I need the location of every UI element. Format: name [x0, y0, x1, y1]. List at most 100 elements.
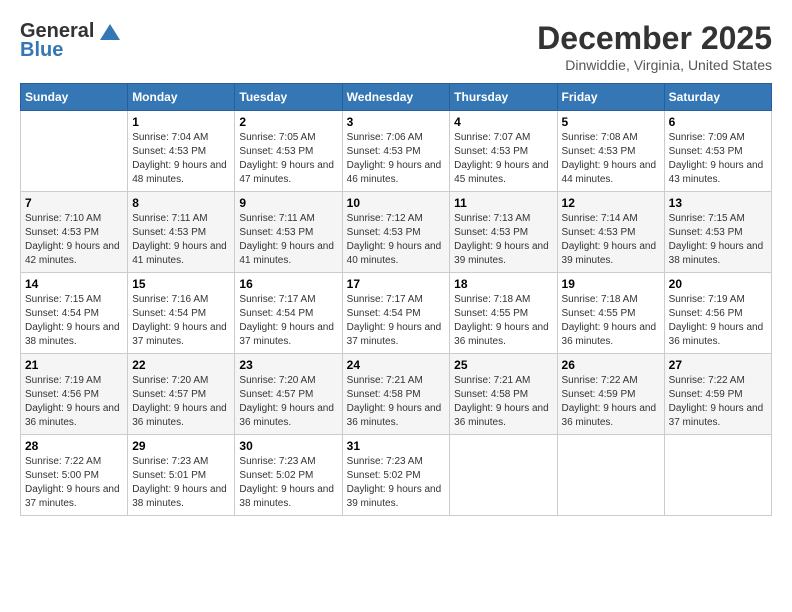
day-number: 19: [562, 277, 660, 291]
day-number: 23: [239, 358, 337, 372]
calendar-cell: 1 Sunrise: 7:04 AMSunset: 4:53 PMDaylight…: [128, 111, 235, 192]
day-number: 7: [25, 196, 123, 210]
calendar-header-row: SundayMondayTuesdayWednesdayThursdayFrid…: [21, 84, 772, 111]
calendar-cell: 3 Sunrise: 7:06 AMSunset: 4:53 PMDaylight…: [342, 111, 450, 192]
calendar-cell: 8 Sunrise: 7:11 AMSunset: 4:53 PMDaylight…: [128, 192, 235, 273]
day-number: 8: [132, 196, 230, 210]
day-number: 24: [347, 358, 446, 372]
day-info: Sunrise: 7:19 AMSunset: 4:56 PMDaylight:…: [25, 374, 123, 430]
day-number: 6: [669, 115, 767, 129]
day-info: Sunrise: 7:10 AMSunset: 4:53 PMDaylight:…: [25, 212, 123, 268]
day-info: Sunrise: 7:11 AMSunset: 4:53 PMDaylight:…: [132, 212, 230, 268]
calendar-cell: 4 Sunrise: 7:07 AMSunset: 4:53 PMDaylight…: [450, 111, 557, 192]
calendar-cell: 28Sunrise: 7:22 AMSunset: 5:00 PMDayligh…: [21, 435, 128, 516]
logo-icon: [100, 24, 120, 40]
day-info: Sunrise: 7:17 AMSunset: 4:54 PMDaylight:…: [239, 293, 337, 349]
calendar-cell: 17 Sunrise: 7:17 AMSunset: 4:54 PMDayligh…: [342, 273, 450, 354]
month-title: December 2025: [537, 20, 772, 57]
calendar-cell: 9Sunrise: 7:11 AMSunset: 4:53 PMDaylight…: [235, 192, 342, 273]
day-number: 5: [562, 115, 660, 129]
day-number: 27: [669, 358, 767, 372]
calendar-cell: 2 Sunrise: 7:05 AMSunset: 4:53 PMDaylight…: [235, 111, 342, 192]
calendar-cell: 31Sunrise: 7:23 AMSunset: 5:02 PMDayligh…: [342, 435, 450, 516]
day-info: Sunrise: 7:09 AMSunset: 4:53 PMDaylight:…: [669, 131, 767, 187]
day-info: Sunrise: 7:17 AMSunset: 4:54 PMDaylight:…: [347, 293, 446, 349]
calendar-cell: 21 Sunrise: 7:19 AMSunset: 4:56 PMDayligh…: [21, 354, 128, 435]
calendar-cell: [450, 435, 557, 516]
calendar-cell: 24 Sunrise: 7:21 AMSunset: 4:58 PMDayligh…: [342, 354, 450, 435]
day-info: Sunrise: 7:13 AMSunset: 4:53 PMDaylight:…: [454, 212, 552, 268]
calendar-cell: [664, 435, 771, 516]
weekday-header-thursday: Thursday: [450, 84, 557, 111]
day-info: Sunrise: 7:11 AMSunset: 4:53 PMDaylight:…: [239, 212, 337, 268]
day-number: 13: [669, 196, 767, 210]
title-block: December 2025 Dinwiddie, Virginia, Unite…: [537, 20, 772, 73]
calendar-cell: 18 Sunrise: 7:18 AMSunset: 4:55 PMDayligh…: [450, 273, 557, 354]
calendar-cell: 10 Sunrise: 7:12 AMSunset: 4:53 PMDayligh…: [342, 192, 450, 273]
day-info: Sunrise: 7:19 AMSunset: 4:56 PMDaylight:…: [669, 293, 767, 349]
day-number: 4: [454, 115, 552, 129]
day-number: 21: [25, 358, 123, 372]
calendar-cell: 7 Sunrise: 7:10 AMSunset: 4:53 PMDaylight…: [21, 192, 128, 273]
day-info: Sunrise: 7:07 AMSunset: 4:53 PMDaylight:…: [454, 131, 552, 187]
calendar-cell: 26Sunrise: 7:22 AMSunset: 4:59 PMDayligh…: [557, 354, 664, 435]
day-info: Sunrise: 7:08 AMSunset: 4:53 PMDaylight:…: [562, 131, 660, 187]
day-info: Sunrise: 7:21 AMSunset: 4:58 PMDaylight:…: [347, 374, 446, 430]
calendar-body: 1 Sunrise: 7:04 AMSunset: 4:53 PMDaylight…: [21, 111, 772, 516]
day-info: Sunrise: 7:14 AMSunset: 4:53 PMDaylight:…: [562, 212, 660, 268]
day-number: 15: [132, 277, 230, 291]
calendar-cell: 5 Sunrise: 7:08 AMSunset: 4:53 PMDaylight…: [557, 111, 664, 192]
calendar-table: SundayMondayTuesdayWednesdayThursdayFrid…: [20, 83, 772, 516]
day-number: 10: [347, 196, 446, 210]
day-info: Sunrise: 7:20 AMSunset: 4:57 PMDaylight:…: [132, 374, 230, 430]
calendar-cell: 12 Sunrise: 7:14 AMSunset: 4:53 PMDayligh…: [557, 192, 664, 273]
logo-blue-text: Blue: [20, 39, 63, 62]
calendar-cell: [557, 435, 664, 516]
weekday-header-tuesday: Tuesday: [235, 84, 342, 111]
day-number: 26: [562, 358, 660, 372]
day-number: 17: [347, 277, 446, 291]
day-number: 25: [454, 358, 552, 372]
day-info: Sunrise: 7:23 AMSunset: 5:02 PMDaylight:…: [347, 455, 446, 511]
day-number: 3: [347, 115, 446, 129]
calendar-cell: 30Sunrise: 7:23 AMSunset: 5:02 PMDayligh…: [235, 435, 342, 516]
day-number: 2: [239, 115, 337, 129]
calendar-week-row: 7 Sunrise: 7:10 AMSunset: 4:53 PMDaylight…: [21, 192, 772, 273]
day-info: Sunrise: 7:05 AMSunset: 4:53 PMDaylight:…: [239, 131, 337, 187]
day-info: Sunrise: 7:23 AMSunset: 5:01 PMDaylight:…: [132, 455, 230, 511]
calendar-cell: 6 Sunrise: 7:09 AMSunset: 4:53 PMDaylight…: [664, 111, 771, 192]
day-number: 12: [562, 196, 660, 210]
day-number: 11: [454, 196, 552, 210]
calendar-cell: 19Sunrise: 7:18 AMSunset: 4:55 PMDayligh…: [557, 273, 664, 354]
day-number: 1: [132, 115, 230, 129]
day-info: Sunrise: 7:18 AMSunset: 4:55 PMDaylight:…: [454, 293, 552, 349]
day-info: Sunrise: 7:22 AMSunset: 4:59 PMDaylight:…: [669, 374, 767, 430]
weekday-header-saturday: Saturday: [664, 84, 771, 111]
weekday-header-friday: Friday: [557, 84, 664, 111]
day-info: Sunrise: 7:23 AMSunset: 5:02 PMDaylight:…: [239, 455, 337, 511]
calendar-cell: 15Sunrise: 7:16 AMSunset: 4:54 PMDayligh…: [128, 273, 235, 354]
logo: General Blue: [20, 20, 120, 62]
location-title: Dinwiddie, Virginia, United States: [537, 57, 772, 73]
day-info: Sunrise: 7:15 AMSunset: 4:54 PMDaylight:…: [25, 293, 123, 349]
calendar-week-row: 1 Sunrise: 7:04 AMSunset: 4:53 PMDaylight…: [21, 111, 772, 192]
day-info: Sunrise: 7:15 AMSunset: 4:53 PMDaylight:…: [669, 212, 767, 268]
calendar-cell: 13 Sunrise: 7:15 AMSunset: 4:53 PMDayligh…: [664, 192, 771, 273]
day-number: 20: [669, 277, 767, 291]
day-number: 28: [25, 439, 123, 453]
calendar-week-row: 14Sunrise: 7:15 AMSunset: 4:54 PMDayligh…: [21, 273, 772, 354]
day-info: Sunrise: 7:12 AMSunset: 4:53 PMDaylight:…: [347, 212, 446, 268]
calendar-cell: 11 Sunrise: 7:13 AMSunset: 4:53 PMDayligh…: [450, 192, 557, 273]
calendar-cell: 14Sunrise: 7:15 AMSunset: 4:54 PMDayligh…: [21, 273, 128, 354]
calendar-cell: 16 Sunrise: 7:17 AMSunset: 4:54 PMDayligh…: [235, 273, 342, 354]
calendar-cell: 27 Sunrise: 7:22 AMSunset: 4:59 PMDayligh…: [664, 354, 771, 435]
day-info: Sunrise: 7:20 AMSunset: 4:57 PMDaylight:…: [239, 374, 337, 430]
day-info: Sunrise: 7:04 AMSunset: 4:53 PMDaylight:…: [132, 131, 230, 187]
calendar-cell: 20 Sunrise: 7:19 AMSunset: 4:56 PMDayligh…: [664, 273, 771, 354]
day-info: Sunrise: 7:06 AMSunset: 4:53 PMDaylight:…: [347, 131, 446, 187]
day-number: 18: [454, 277, 552, 291]
calendar-cell: 25Sunrise: 7:21 AMSunset: 4:58 PMDayligh…: [450, 354, 557, 435]
day-number: 16: [239, 277, 337, 291]
calendar-week-row: 28Sunrise: 7:22 AMSunset: 5:00 PMDayligh…: [21, 435, 772, 516]
calendar-cell: 29Sunrise: 7:23 AMSunset: 5:01 PMDayligh…: [128, 435, 235, 516]
